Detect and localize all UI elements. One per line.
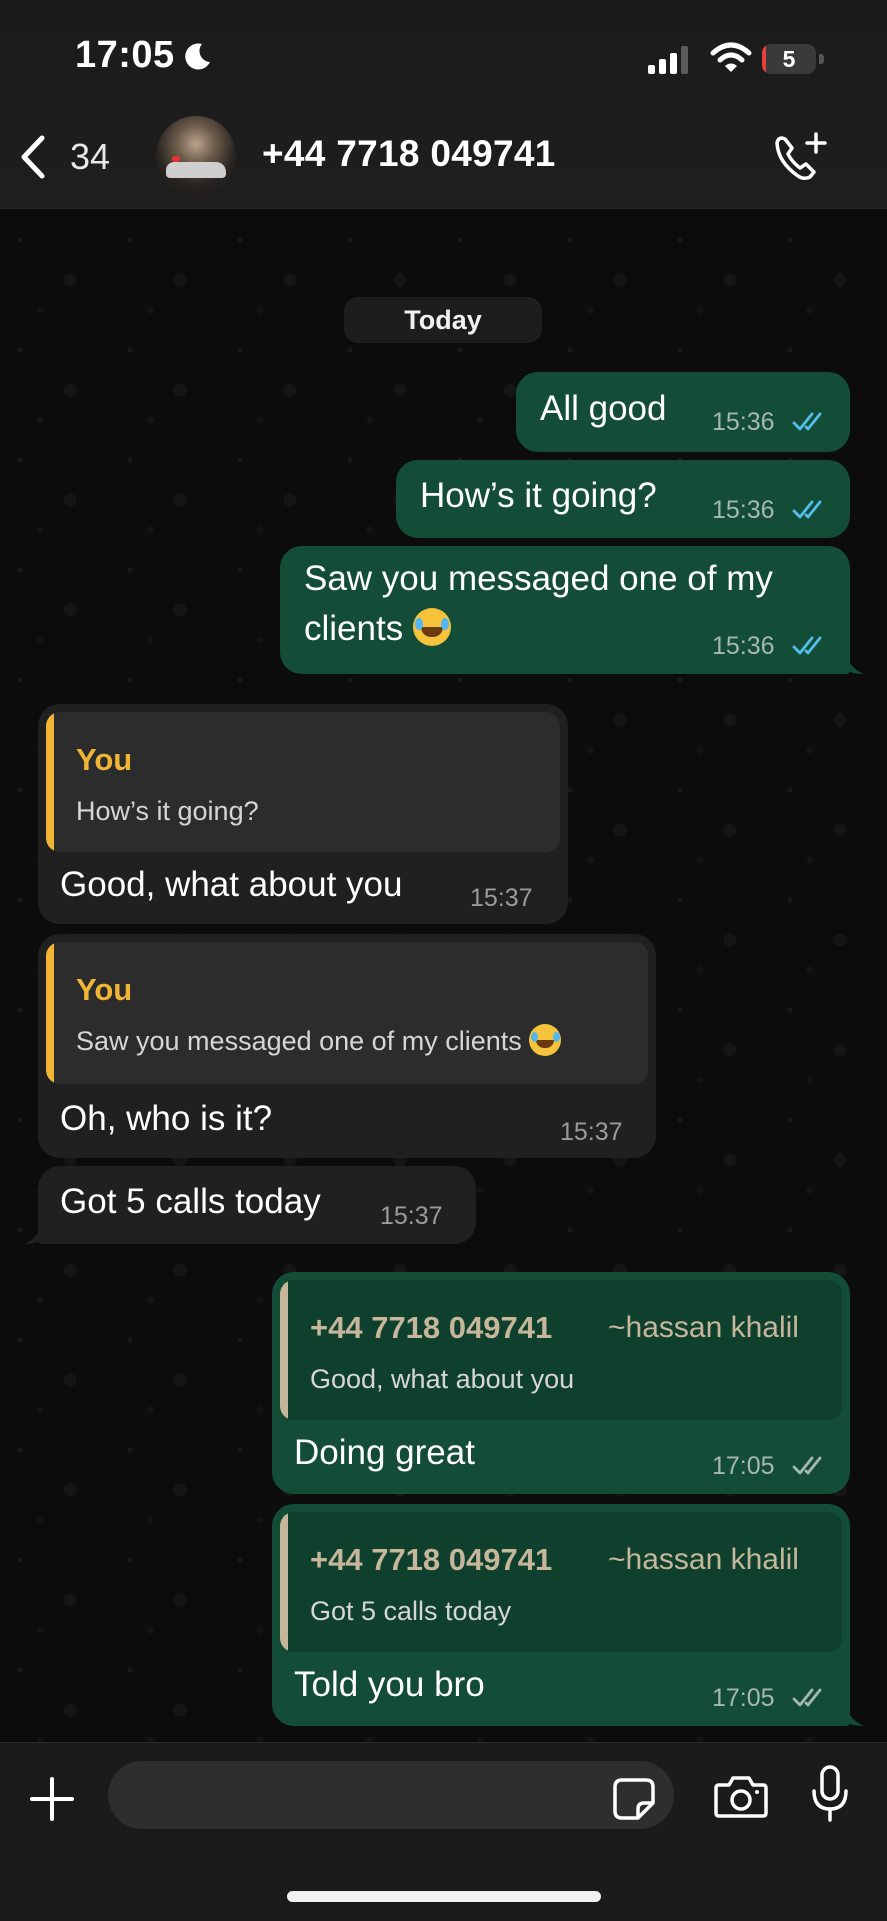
message-bubble-incoming[interactable]: Got 5 calls today 15:37 <box>38 1166 476 1244</box>
quote-author: +44 7718 049741 <box>310 1310 553 1345</box>
quoted-message[interactable]: +44 7718 049741 ~hassan khalil Good, wha… <box>280 1280 842 1420</box>
composer-bar <box>0 1742 887 1921</box>
chat-header: 17:05 5 34 +44 7718 049741 <box>0 0 887 209</box>
camera-icon[interactable] <box>714 1773 768 1819</box>
delivered-receipt-icon <box>792 1688 822 1707</box>
message-time: 17:05 <box>712 1684 775 1712</box>
cellular-signal-icon <box>648 46 688 74</box>
message-bubble-outgoing[interactable]: How’s it going? 15:36 <box>396 460 850 538</box>
message-time: 15:37 <box>470 884 533 912</box>
bubble-tail <box>24 1218 44 1244</box>
quote-author-pushname: ~hassan khalil <box>608 1311 799 1344</box>
quote-author: You <box>76 972 133 1007</box>
quote-author: +44 7718 049741 <box>310 1542 553 1577</box>
add-call-icon[interactable] <box>772 130 830 184</box>
message-text-line2: clients <box>304 609 404 648</box>
quote-author: You <box>76 742 133 777</box>
microphone-icon[interactable] <box>810 1765 850 1823</box>
plus-icon[interactable] <box>30 1777 74 1821</box>
quote-text: Good, what about you <box>310 1364 575 1394</box>
message-text: Doing great <box>294 1433 475 1472</box>
contact-avatar[interactable] <box>156 116 236 196</box>
message-bubble-outgoing[interactable]: All good 15:36 <box>516 372 850 452</box>
message-bubble-outgoing[interactable]: Saw you messaged one of my clients 15:36 <box>280 546 850 674</box>
battery-indicator: 5 <box>762 44 824 74</box>
message-text: Good, what about you <box>60 865 403 904</box>
message-bubble-incoming[interactable]: You Saw you messaged one of my clients O… <box>38 934 656 1158</box>
message-time: 15:36 <box>712 408 775 436</box>
bubble-tail <box>844 648 864 674</box>
read-receipt-icon <box>792 500 822 519</box>
message-time: 15:36 <box>712 632 775 660</box>
moon-icon <box>185 43 210 70</box>
date-separator: Today <box>344 297 542 343</box>
chevron-left-icon <box>21 135 45 179</box>
message-text: Told you bro <box>294 1665 485 1704</box>
read-receipt-icon <box>792 636 822 655</box>
home-indicator[interactable] <box>287 1891 601 1902</box>
message-time: 15:36 <box>712 496 775 524</box>
contact-name[interactable]: +44 7718 049741 <box>262 133 556 175</box>
quoted-message[interactable]: You Saw you messaged one of my clients <box>46 942 648 1084</box>
message-bubble-incoming[interactable]: You How’s it going? Good, what about you… <box>38 704 568 924</box>
unread-chats-count: 34 <box>70 136 111 177</box>
message-time: 17:05 <box>712 1452 775 1480</box>
bubble-tail <box>844 1700 864 1726</box>
message-text: How’s it going? <box>420 476 657 515</box>
battery-level: 5 <box>782 46 796 72</box>
message-time: 15:37 <box>380 1202 443 1230</box>
quote-bar <box>280 1512 288 1652</box>
message-input[interactable] <box>108 1761 674 1829</box>
message-time: 15:37 <box>560 1118 623 1146</box>
wifi-icon <box>710 42 752 72</box>
face-with-tears-of-joy-icon <box>412 608 451 646</box>
read-receipt-icon <box>792 412 822 431</box>
quoted-message[interactable]: You How’s it going? <box>46 712 560 852</box>
message-text: Got 5 calls today <box>60 1182 321 1221</box>
message-bubble-outgoing[interactable]: +44 7718 049741 ~hassan khalil Got 5 cal… <box>272 1504 850 1726</box>
quote-bar <box>46 712 54 852</box>
quoted-message[interactable]: +44 7718 049741 ~hassan khalil Got 5 cal… <box>280 1512 842 1652</box>
message-text: All good <box>540 389 667 428</box>
face-with-tears-of-joy-icon <box>529 1024 562 1056</box>
status-time: 17:05 <box>75 34 175 76</box>
quote-text: Got 5 calls today <box>310 1596 512 1626</box>
quote-bar <box>280 1280 288 1420</box>
back-button[interactable]: 34 <box>18 130 118 184</box>
quote-text: How’s it going? <box>76 796 259 826</box>
sticker-icon[interactable] <box>612 1777 656 1821</box>
quote-author-pushname: ~hassan khalil <box>608 1543 799 1576</box>
quote-bar <box>46 942 54 1084</box>
message-text: Oh, who is it? <box>60 1099 273 1138</box>
delivered-receipt-icon <box>792 1456 822 1475</box>
message-bubble-outgoing[interactable]: +44 7718 049741 ~hassan khalil Good, wha… <box>272 1272 850 1494</box>
message-text-line1: Saw you messaged one of my <box>304 559 773 598</box>
quote-text: Saw you messaged one of my clients <box>76 1026 522 1056</box>
